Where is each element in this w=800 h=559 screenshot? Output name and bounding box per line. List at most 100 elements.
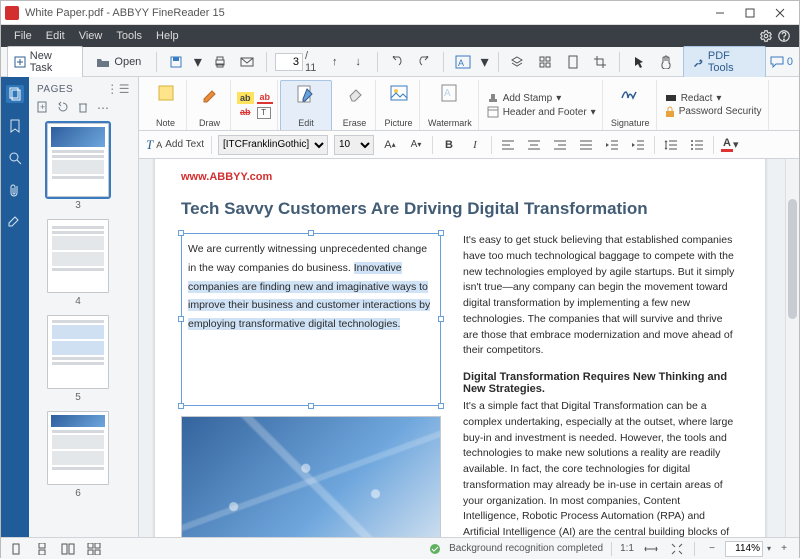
menu-file[interactable]: File [7, 25, 39, 47]
bold-button[interactable]: B [439, 135, 459, 155]
grow-font-button[interactable]: A▴ [380, 135, 400, 155]
ribbon-erase[interactable]: Erase [334, 80, 376, 130]
password-security-button[interactable]: Password Security [665, 106, 762, 118]
comments-button[interactable]: 0 [770, 56, 793, 68]
size-select[interactable]: 10 [334, 135, 374, 155]
add-page-icon[interactable]: + [37, 101, 51, 115]
tab-search-icon[interactable] [6, 149, 24, 167]
view-single-icon[interactable] [7, 540, 25, 558]
text-edit-box[interactable]: We are currently witnessing unprecedente… [181, 233, 441, 406]
tab-attachments-icon[interactable] [6, 181, 24, 199]
page-icon[interactable] [562, 51, 584, 73]
fit-page-icon[interactable] [668, 540, 686, 558]
watermark-icon: A [439, 82, 461, 104]
view-two-cont-icon[interactable] [85, 540, 103, 558]
align-justify-button[interactable] [576, 135, 596, 155]
close-button[interactable] [765, 2, 795, 24]
hand-tool[interactable] [656, 51, 678, 73]
thumb-5[interactable]: 5 [47, 315, 109, 403]
save-button[interactable] [165, 51, 187, 73]
pages-more-icon[interactable]: ⋯ [97, 101, 109, 115]
picture-icon [388, 82, 410, 104]
ribbon-draw[interactable]: Draw [189, 80, 231, 130]
open-button[interactable]: Open [89, 52, 148, 72]
add-text-button[interactable]: TA Add Text [145, 135, 205, 155]
view-continuous-icon[interactable] [33, 540, 51, 558]
vertical-scrollbar[interactable] [785, 159, 799, 537]
zoom-ratio[interactable]: 1:1 [620, 543, 634, 554]
pointer-tool[interactable] [628, 51, 650, 73]
tab-bookmarks-icon[interactable] [6, 117, 24, 135]
redact-icon [665, 93, 677, 103]
zoom-value[interactable] [725, 541, 763, 557]
minimize-button[interactable] [705, 2, 735, 24]
ribbon-picture[interactable]: Picture [378, 80, 420, 130]
menu-help[interactable]: Help [149, 25, 186, 47]
grid-icon[interactable] [534, 51, 556, 73]
rotate-icon[interactable] [57, 101, 71, 115]
tab-signatures-icon[interactable] [6, 213, 24, 231]
zoom-dropdown[interactable]: ▾ [767, 544, 771, 553]
redo-button[interactable] [413, 51, 435, 73]
save-dropdown[interactable]: ▾ [193, 51, 203, 73]
maximize-button[interactable] [735, 2, 765, 24]
help-icon[interactable] [775, 27, 793, 45]
right-para-2[interactable]: It's a simple fact that Digital Transfor… [463, 399, 739, 537]
ribbon-note[interactable]: Note [145, 80, 187, 130]
ocr-button[interactable]: A [452, 51, 474, 73]
view-two-icon[interactable] [59, 540, 77, 558]
ribbon-signature[interactable]: Signature [605, 80, 657, 130]
mail-button[interactable] [236, 51, 258, 73]
crop-icon[interactable] [589, 51, 611, 73]
underline-red[interactable]: ab [257, 92, 274, 104]
page-down-button[interactable]: ↓ [347, 51, 368, 73]
list-button[interactable] [687, 135, 707, 155]
pages-title: PAGES [37, 84, 73, 95]
font-color-button[interactable]: A ▾ [720, 135, 739, 155]
ribbon-watermark[interactable]: A Watermark [422, 80, 479, 130]
indent-button[interactable] [628, 135, 648, 155]
settings-icon[interactable] [757, 27, 775, 45]
ocr-dropdown[interactable]: ▾ [480, 51, 490, 73]
thumb-4[interactable]: 4 [47, 219, 109, 307]
line-spacing-button[interactable] [661, 135, 681, 155]
textbox-tool[interactable]: T [257, 107, 271, 119]
print-button[interactable] [209, 51, 231, 73]
pdf-tools-button[interactable]: PDF Tools [683, 46, 766, 78]
italic-button[interactable]: I [465, 135, 485, 155]
ribbon-stamp-group: Add Stamp ▾ Header and Footer ▾ [481, 80, 603, 130]
comments-count: 0 [787, 56, 793, 68]
new-task-button[interactable]: New Task [7, 46, 83, 78]
viewport[interactable]: www.ABBYY.com Tech Savvy Customers Are D… [139, 159, 799, 537]
strike-red[interactable]: ab [237, 107, 254, 119]
delete-page-icon[interactable] [77, 101, 91, 115]
menu-tools[interactable]: Tools [109, 25, 149, 47]
header-footer-button[interactable]: Header and Footer ▾ [487, 106, 596, 118]
redact-button[interactable]: Redact ▾ [665, 93, 762, 104]
pages-menu-icon[interactable]: ⋮☰ [106, 82, 130, 96]
menu-view[interactable]: View [72, 25, 110, 47]
thumb-6[interactable]: 6 [47, 411, 109, 499]
highlight-yellow[interactable]: ab [237, 92, 254, 104]
zoom-out-button[interactable]: − [703, 540, 721, 558]
page-up-button[interactable]: ↑ [324, 51, 345, 73]
scroll-thumb[interactable] [788, 199, 797, 319]
font-select[interactable]: [ITCFranklinGothic] [218, 135, 328, 155]
thumb-3[interactable]: 3 [47, 123, 109, 211]
zoom-in-button[interactable]: + [775, 540, 793, 558]
outdent-button[interactable] [602, 135, 622, 155]
tab-pages-icon[interactable] [6, 85, 24, 103]
align-right-button[interactable] [550, 135, 570, 155]
add-stamp-button[interactable]: Add Stamp ▾ [487, 92, 596, 104]
right-subhead[interactable]: Digital Transformation Requires New Thin… [463, 371, 739, 395]
right-para-1[interactable]: It's easy to get stuck believing that es… [463, 233, 739, 359]
shrink-font-button[interactable]: A▾ [406, 135, 426, 155]
align-left-button[interactable] [498, 135, 518, 155]
page-current-input[interactable] [275, 53, 303, 71]
align-center-button[interactable] [524, 135, 544, 155]
layers-button[interactable] [507, 51, 529, 73]
fit-width-icon[interactable] [642, 540, 660, 558]
menu-edit[interactable]: Edit [39, 25, 72, 47]
undo-button[interactable] [386, 51, 408, 73]
ribbon-edit[interactable]: Edit [280, 80, 332, 130]
